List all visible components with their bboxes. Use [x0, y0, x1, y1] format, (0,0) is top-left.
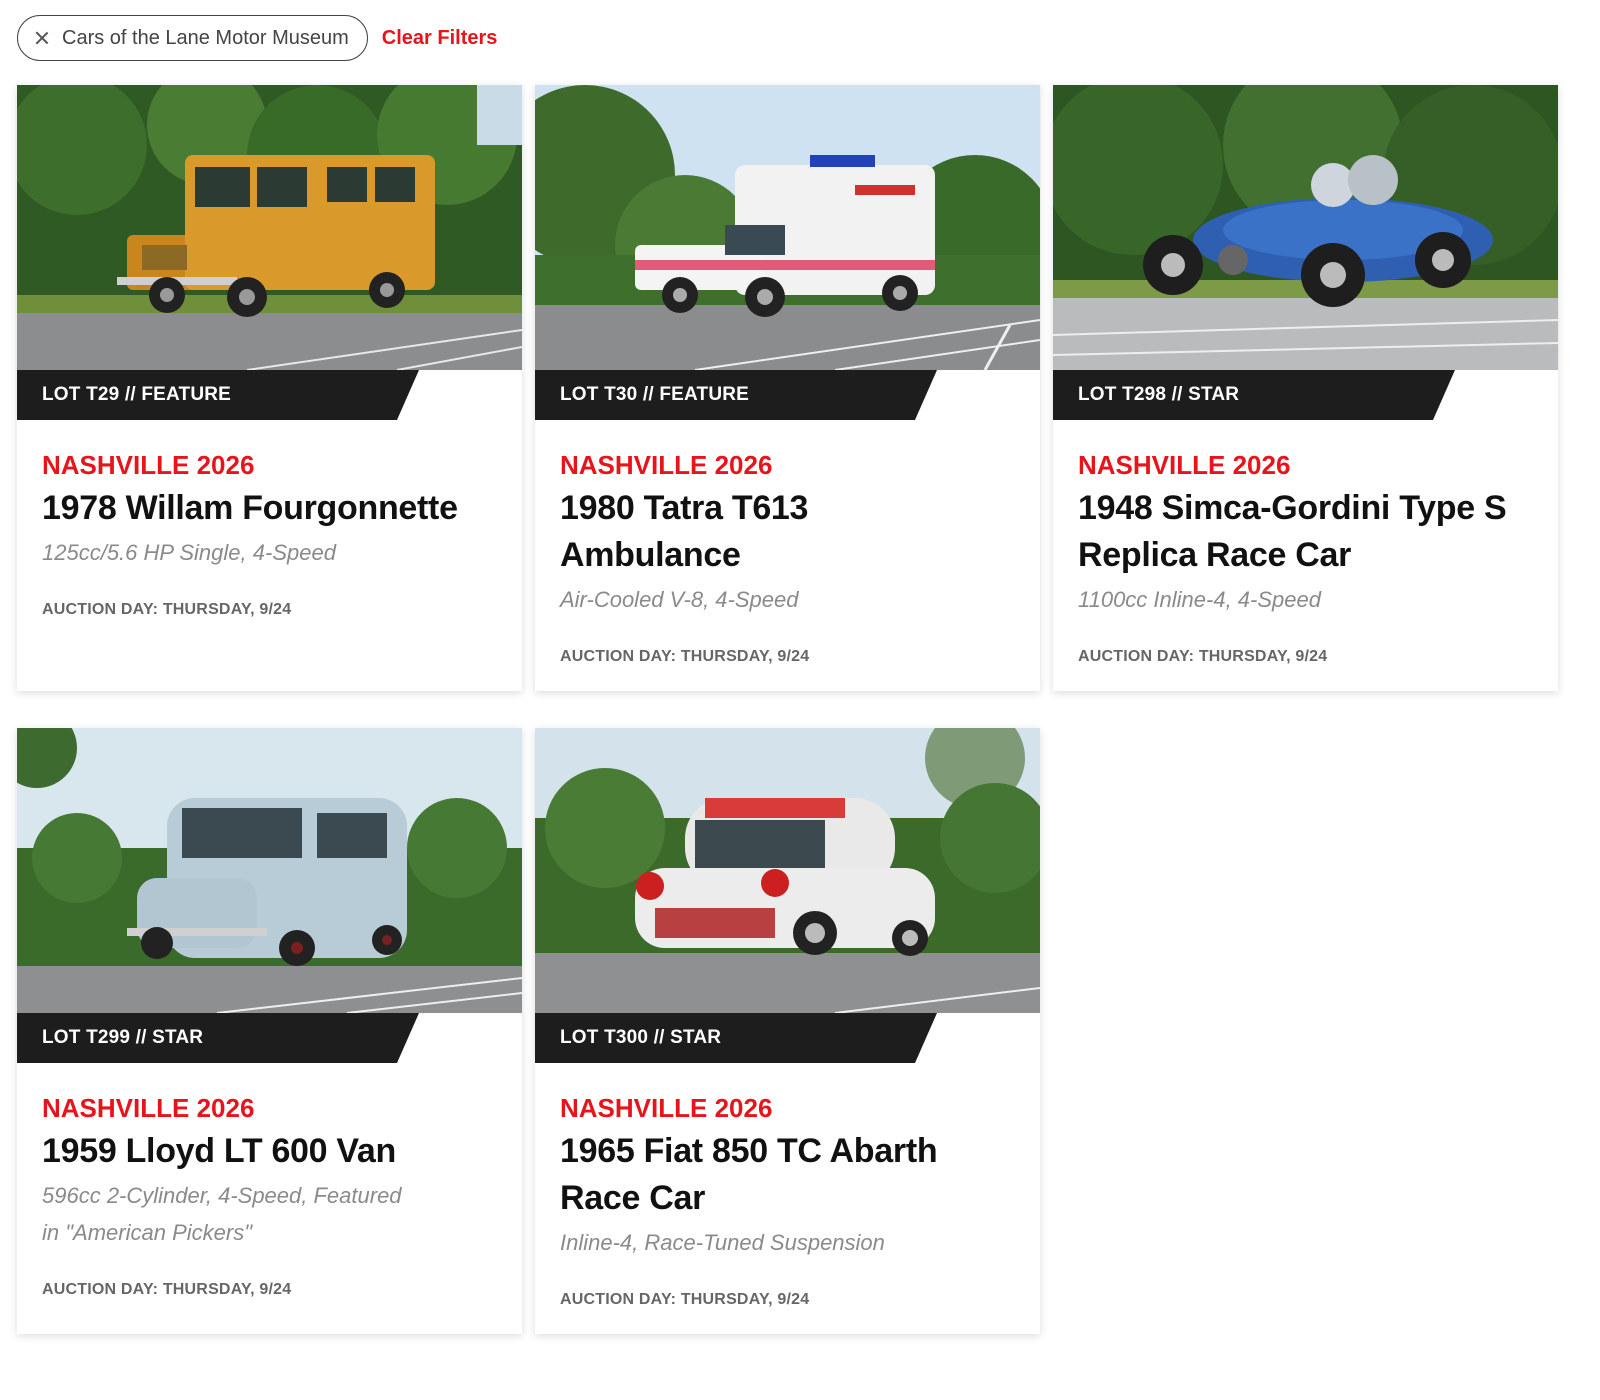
- lot-card[interactable]: LOT T299 // STAR NASHVILLE 2026 1959 Llo…: [17, 728, 522, 1334]
- lot-card[interactable]: LOT T30 // FEATURE NASHVILLE 2026 1980 T…: [535, 85, 1040, 691]
- car-title[interactable]: 1965 Fiat 850 TC Abarth Race Car: [560, 1128, 960, 1222]
- auction-day: AUCTION DAY: THURSDAY, 9/24: [42, 1281, 292, 1298]
- close-icon[interactable]: [34, 30, 50, 46]
- sale-name: NASHVILLE 2026: [560, 450, 773, 480]
- lot-card[interactable]: LOT T29 // FEATURE NASHVILLE 2026 1978 W…: [17, 85, 522, 691]
- sale-name: NASHVILLE 2026: [42, 1093, 255, 1123]
- car-title[interactable]: 1978 Willam Fourgonnette: [42, 485, 497, 532]
- car-subtitle: Inline-4, Race-Tuned Suspension: [560, 1230, 885, 1255]
- clear-filters-link[interactable]: Clear Filters: [382, 27, 498, 50]
- car-photo[interactable]: [535, 85, 1040, 370]
- car-photo[interactable]: [535, 728, 1040, 1013]
- lot-number: LOT T298 // STAR: [1078, 384, 1240, 405]
- lot-number: LOT T299 // STAR: [42, 1027, 204, 1048]
- car-subtitle: 596cc 2-Cylinder, 4-Speed, Featured in "…: [42, 1183, 402, 1245]
- sale-name: NASHVILLE 2026: [42, 450, 255, 480]
- sale-name: NASHVILLE 2026: [1078, 450, 1291, 480]
- car-photo[interactable]: [17, 85, 522, 370]
- auction-day: AUCTION DAY: THURSDAY, 9/24: [560, 1291, 810, 1308]
- lot-number: LOT T29 // FEATURE: [42, 384, 232, 405]
- car-subtitle: 125cc/5.6 HP Single, 4-Speed: [42, 540, 336, 565]
- car-title[interactable]: 1948 Simca-Gordini Type S Replica Race C…: [1078, 485, 1518, 579]
- filter-chip[interactable]: Cars of the Lane Motor Museum: [17, 15, 368, 61]
- lot-card[interactable]: LOT T300 // STAR NASHVILLE 2026 1965 Fia…: [535, 728, 1040, 1334]
- filter-chip-label: Cars of the Lane Motor Museum: [62, 26, 349, 49]
- lot-number: LOT T30 // FEATURE: [560, 384, 750, 405]
- car-subtitle: 1100cc Inline-4, 4-Speed: [1078, 587, 1321, 612]
- lot-band: LOT T29 // FEATURE: [17, 370, 522, 420]
- lot-card[interactable]: LOT T298 // STAR NASHVILLE 2026 1948 Sim…: [1053, 85, 1558, 691]
- car-subtitle: Air-Cooled V-8, 4-Speed: [560, 587, 799, 612]
- auction-day: AUCTION DAY: THURSDAY, 9/24: [560, 648, 810, 665]
- sale-name: NASHVILLE 2026: [560, 1093, 773, 1123]
- auction-day: AUCTION DAY: THURSDAY, 9/24: [1078, 648, 1328, 665]
- lot-band: LOT T300 // STAR: [535, 1013, 1040, 1063]
- car-title[interactable]: 1980 Tatra T613 Ambulance: [560, 485, 860, 579]
- lot-band: LOT T298 // STAR: [1053, 370, 1558, 420]
- filter-bar: Cars of the Lane Motor Museum Clear Filt…: [17, 15, 497, 61]
- auction-day: AUCTION DAY: THURSDAY, 9/24: [42, 601, 292, 618]
- lot-band: LOT T30 // FEATURE: [535, 370, 1040, 420]
- lot-number: LOT T300 // STAR: [560, 1027, 722, 1048]
- car-photo[interactable]: [17, 728, 522, 1013]
- car-title[interactable]: 1959 Lloyd LT 600 Van: [42, 1128, 497, 1175]
- lot-band: LOT T299 // STAR: [17, 1013, 522, 1063]
- car-photo[interactable]: [1053, 85, 1558, 370]
